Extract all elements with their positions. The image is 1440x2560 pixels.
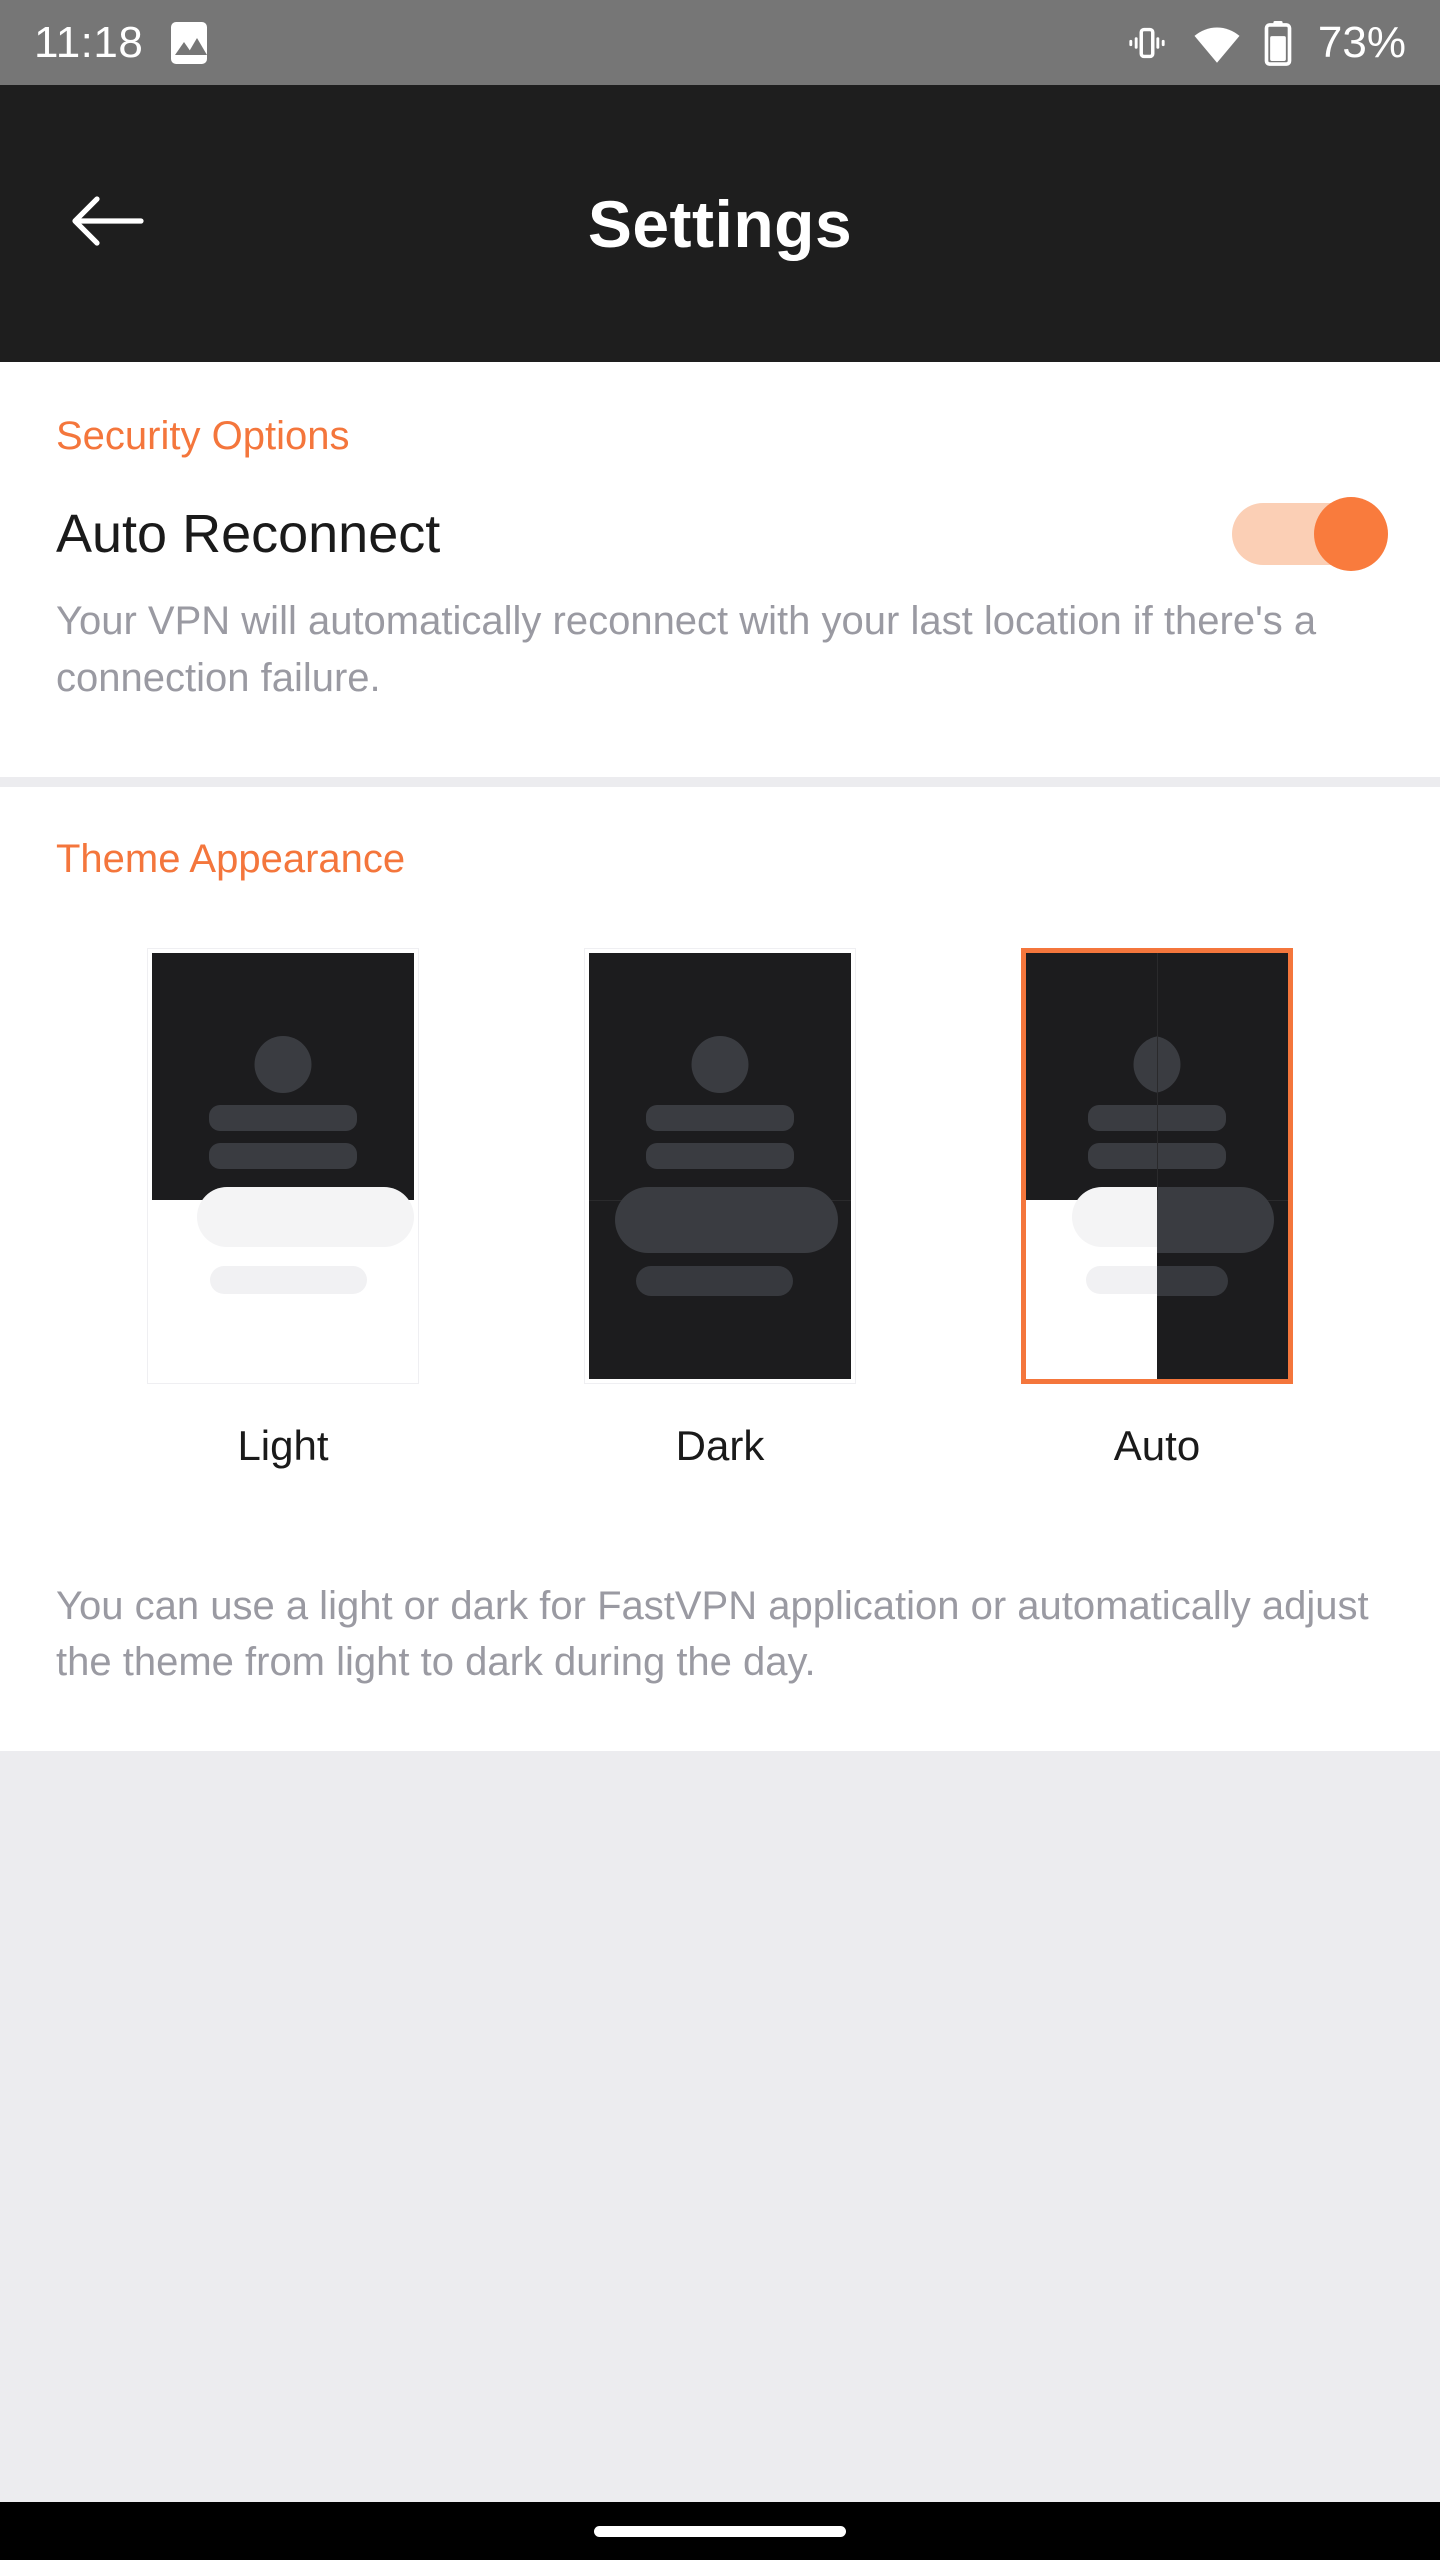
- back-button[interactable]: [58, 174, 158, 274]
- theme-label-dark: Dark: [675, 1421, 765, 1469]
- preview-auto-light-half: [1026, 953, 1157, 1379]
- preview-pill-dark: [636, 1265, 794, 1296]
- preview-canvas-dark: [589, 952, 851, 1379]
- preview-avatar-icon: [254, 1035, 312, 1093]
- theme-appearance-section: Theme Appearance Light Dark Auto You can…: [0, 786, 1440, 1752]
- theme-options-row: Light Dark Auto: [0, 947, 1440, 1470]
- auto-reconnect-toggle[interactable]: [1232, 497, 1388, 571]
- theme-option-auto[interactable]: Auto: [1021, 947, 1293, 1470]
- security-section-title: Security Options: [56, 414, 350, 458]
- app-header: Settings: [0, 85, 1440, 362]
- preview-pill-dark: [1157, 1265, 1229, 1296]
- status-time: 11:18: [34, 17, 144, 67]
- section-divider: [0, 776, 1440, 787]
- page-title: Settings: [587, 186, 853, 261]
- preview-card-dark: [615, 1186, 838, 1253]
- preview-pill-light: [1085, 1265, 1157, 1294]
- theme-preview-auto[interactable]: [1021, 947, 1293, 1384]
- preview-bar-secondary: [1088, 1142, 1157, 1169]
- system-navigation-bar: [0, 2502, 1440, 2560]
- preview-bar-primary: [1157, 1104, 1226, 1131]
- preview-bar-secondary: [1157, 1142, 1226, 1169]
- settings-content: Security Options Auto Reconnect Your VPN…: [0, 362, 1440, 2502]
- theme-option-dark[interactable]: Dark: [584, 947, 856, 1470]
- preview-auto-light-inner: [1026, 953, 1157, 1379]
- photo-icon: [171, 21, 208, 64]
- status-bar: 11:18 73%: [0, 0, 1440, 85]
- preview-avatar-icon: [1133, 1035, 1157, 1093]
- preview-card-light: [1072, 1186, 1157, 1247]
- preview-canvas-light: [152, 952, 414, 1379]
- vibrate-icon: [1124, 20, 1170, 66]
- battery-percentage: 73%: [1317, 17, 1406, 67]
- preview-auto-dark-inner: [1157, 953, 1288, 1379]
- back-arrow-icon: [71, 191, 145, 256]
- preview-avatar-icon: [1157, 1035, 1181, 1093]
- app-screen: 11:18 73% Settings Security Options Auto…: [0, 0, 1440, 2560]
- preview-card-dark: [1157, 1186, 1275, 1253]
- theme-description: You can use a light or dark for FastVPN …: [56, 1583, 1369, 1685]
- preview-auto-dark-half: [1157, 953, 1288, 1379]
- theme-option-light[interactable]: Light: [147, 947, 419, 1470]
- preview-bar-secondary: [646, 1142, 794, 1169]
- theme-label-auto: Auto: [1113, 1421, 1201, 1469]
- preview-canvas-auto: [1026, 952, 1288, 1379]
- preview-bar-primary: [209, 1104, 357, 1131]
- theme-label-light: Light: [237, 1421, 329, 1469]
- preview-card-light: [196, 1186, 414, 1247]
- toggle-thumb: [1314, 497, 1388, 571]
- preview-avatar-icon: [691, 1035, 749, 1093]
- auto-reconnect-description: Your VPN will automatically reconnect wi…: [56, 599, 1317, 700]
- theme-section-title: Theme Appearance: [56, 836, 406, 881]
- home-indicator-pill[interactable]: [594, 2525, 846, 2537]
- preview-bar-secondary: [209, 1142, 357, 1169]
- preview-bar-primary: [646, 1104, 794, 1131]
- status-bar-left: 11:18: [34, 17, 208, 67]
- auto-reconnect-label: Auto Reconnect: [56, 504, 441, 564]
- theme-preview-light[interactable]: [147, 947, 419, 1384]
- battery-icon: [1264, 20, 1292, 66]
- wifi-icon: [1192, 20, 1242, 66]
- preview-pill-light: [209, 1265, 367, 1294]
- preview-split-line: [1157, 952, 1158, 1200]
- security-options-section: Security Options Auto Reconnect Your VPN…: [0, 362, 1440, 777]
- auto-reconnect-row[interactable]: Auto Reconnect: [0, 497, 1440, 571]
- preview-bar-primary: [1088, 1104, 1157, 1131]
- theme-preview-dark[interactable]: [584, 947, 856, 1384]
- status-bar-right: 73%: [1124, 20, 1406, 66]
